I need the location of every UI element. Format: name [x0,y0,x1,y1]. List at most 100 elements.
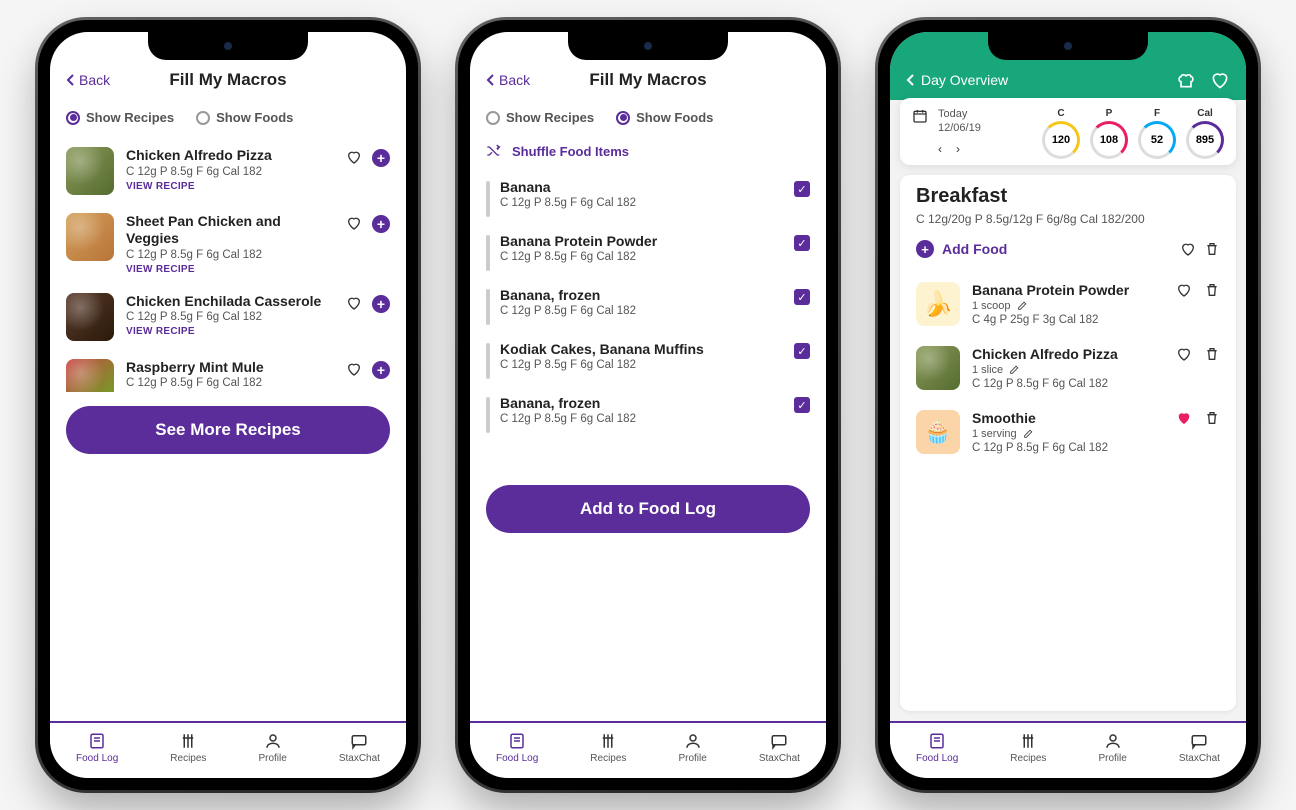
back-label: Back [79,72,110,88]
nav-label: Recipes [590,753,626,764]
view-recipe-link[interactable]: VIEW RECIPE [126,264,334,275]
add-icon[interactable]: + [372,295,390,313]
meal-macros: C 12g/20g P 8.5g/12g F 6g/8g Cal 182/200 [916,212,1220,226]
heart-icon[interactable] [1210,70,1230,90]
food-row[interactable]: Banana, frozen C 12g P 8.5g F 6g Cal 182… [486,387,810,441]
food-checkbox[interactable]: ✓ [794,397,810,413]
food-macros: C 12g P 8.5g F 6g Cal 182 [500,413,784,425]
food-name: Banana, frozen [500,287,784,303]
food-row[interactable]: Banana Protein Powder C 12g P 8.5g F 6g … [486,225,810,279]
heart-icon[interactable] [1176,282,1192,298]
nav-profile[interactable]: Profile [1098,731,1126,764]
log-item[interactable]: 🧁 Smoothie 1 serving C 12g P 8.5g F 6g C… [916,400,1220,464]
trash-icon[interactable] [1204,346,1220,362]
food-row[interactable]: Banana C 12g P 8.5g F 6g Cal 182 ✓ [486,171,810,225]
recipes-icon [599,731,617,751]
nav-recipes[interactable]: Recipes [170,731,206,764]
radio-show-recipes[interactable]: Show Recipes [66,110,174,125]
food-macros: C 12g P 8.5g F 6g Cal 182 [500,305,784,317]
heart-icon[interactable] [1176,410,1192,426]
nav-staxchat[interactable]: StaxChat [339,731,380,764]
log-item[interactable]: Chicken Alfredo Pizza 1 slice C 12g P 8.… [916,336,1220,400]
view-recipe-link[interactable]: VIEW RECIPE [126,326,334,337]
nav-label: Recipes [1010,753,1046,764]
heart-icon[interactable] [346,295,362,311]
prev-day-button[interactable]: ‹ [938,142,942,156]
food-checkbox[interactable]: ✓ [794,289,810,305]
macro-rings: C 120 P 108 F 52 Cal 895 [1042,108,1224,159]
heart-icon[interactable] [1176,346,1192,362]
trash-icon[interactable] [1204,410,1220,426]
day-overview-button[interactable]: Day Overview [906,72,1008,88]
heart-icon[interactable] [346,361,362,377]
chat-icon [770,731,788,751]
food-image: 🍌 [916,282,960,326]
trash-icon[interactable] [1204,282,1220,298]
food-checkbox[interactable]: ✓ [794,343,810,359]
nav-profile[interactable]: Profile [258,731,286,764]
recipe-actions: + [346,293,390,341]
back-button[interactable]: Back [66,72,110,88]
shuffle-button[interactable]: Shuffle Food Items [486,139,810,171]
food-row[interactable]: Banana, frozen C 12g P 8.5g F 6g Cal 182… [486,279,810,333]
chef-icon[interactable] [1176,70,1196,90]
next-day-button[interactable]: › [956,142,960,156]
back-button[interactable]: Back [486,72,530,88]
add-icon[interactable]: + [372,215,390,233]
nav-recipes[interactable]: Recipes [590,731,626,764]
log-info: Chicken Alfredo Pizza 1 slice C 12g P 8.… [972,346,1164,390]
drag-handle[interactable] [486,343,490,379]
edit-icon[interactable] [1009,365,1019,375]
shuffle-label: Shuffle Food Items [512,144,629,159]
add-food-label[interactable]: Add Food [942,241,1007,257]
add-to-food-log-button[interactable]: Add to Food Log [486,485,810,533]
recipe-row[interactable]: Sheet Pan Chicken and Veggies C 12g P 8.… [66,205,390,285]
trash-icon[interactable] [1204,241,1220,257]
log-name: Banana Protein Powder [972,282,1164,298]
chevron-left-icon [66,74,75,86]
drag-handle[interactable] [486,181,490,217]
add-food-button[interactable]: + [916,240,934,258]
ring-value: 895 [1186,121,1224,159]
heart-icon[interactable] [346,215,362,231]
drag-handle[interactable] [486,235,490,271]
food-info: Kodiak Cakes, Banana Muffins C 12g P 8.5… [500,341,784,371]
food-checkbox[interactable]: ✓ [794,235,810,251]
nav-staxchat[interactable]: StaxChat [1179,731,1220,764]
add-icon[interactable]: + [372,149,390,167]
drag-handle[interactable] [486,289,490,325]
recipe-row[interactable]: Chicken Enchilada Casserole C 12g P 8.5g… [66,285,390,351]
log-actions [1176,410,1220,454]
nav-food-log[interactable]: Food Log [916,731,958,764]
food-macros: C 12g P 8.5g F 6g Cal 182 [500,251,784,263]
nav-profile[interactable]: Profile [678,731,706,764]
nav-food-log[interactable]: Food Log [76,731,118,764]
nav-recipes[interactable]: Recipes [1010,731,1046,764]
nav-staxchat[interactable]: StaxChat [759,731,800,764]
view-toggle: Show Recipes Show Foods [470,96,826,139]
radio-show-foods[interactable]: Show Foods [196,110,293,125]
heart-icon[interactable] [346,149,362,165]
food-checkbox[interactable]: ✓ [794,181,810,197]
checkbox-icon: ✓ [794,235,810,251]
nav-food-log[interactable]: Food Log [496,731,538,764]
log-item[interactable]: 🍌 Banana Protein Powder 1 scoop C 4g P 2… [916,272,1220,336]
carb-ring: C 120 [1042,108,1080,159]
add-icon[interactable]: + [372,361,390,379]
edit-icon[interactable] [1017,301,1027,311]
recipe-name: Chicken Alfredo Pizza [126,147,334,164]
radio-show-recipes[interactable]: Show Recipes [486,110,594,125]
view-recipe-link[interactable]: VIEW RECIPE [126,181,334,192]
shuffle-icon [486,143,502,159]
see-more-button[interactable]: See More Recipes [66,406,390,454]
meal-section: Breakfast C 12g/20g P 8.5g/12g F 6g/8g C… [900,175,1236,474]
date-value: 12/06/19 [938,122,981,134]
radio-show-foods[interactable]: Show Foods [616,110,713,125]
drag-handle[interactable] [486,397,490,433]
recipe-row[interactable]: Chicken Alfredo Pizza C 12g P 8.5g F 6g … [66,139,390,205]
food-row[interactable]: Kodiak Cakes, Banana Muffins C 12g P 8.5… [486,333,810,387]
recipe-row[interactable]: Raspberry Mint Mule C 12g P 8.5g F 6g Ca… [66,351,390,392]
calendar-icon[interactable] [912,108,928,124]
edit-icon[interactable] [1023,429,1033,439]
heart-icon[interactable] [1180,241,1196,257]
